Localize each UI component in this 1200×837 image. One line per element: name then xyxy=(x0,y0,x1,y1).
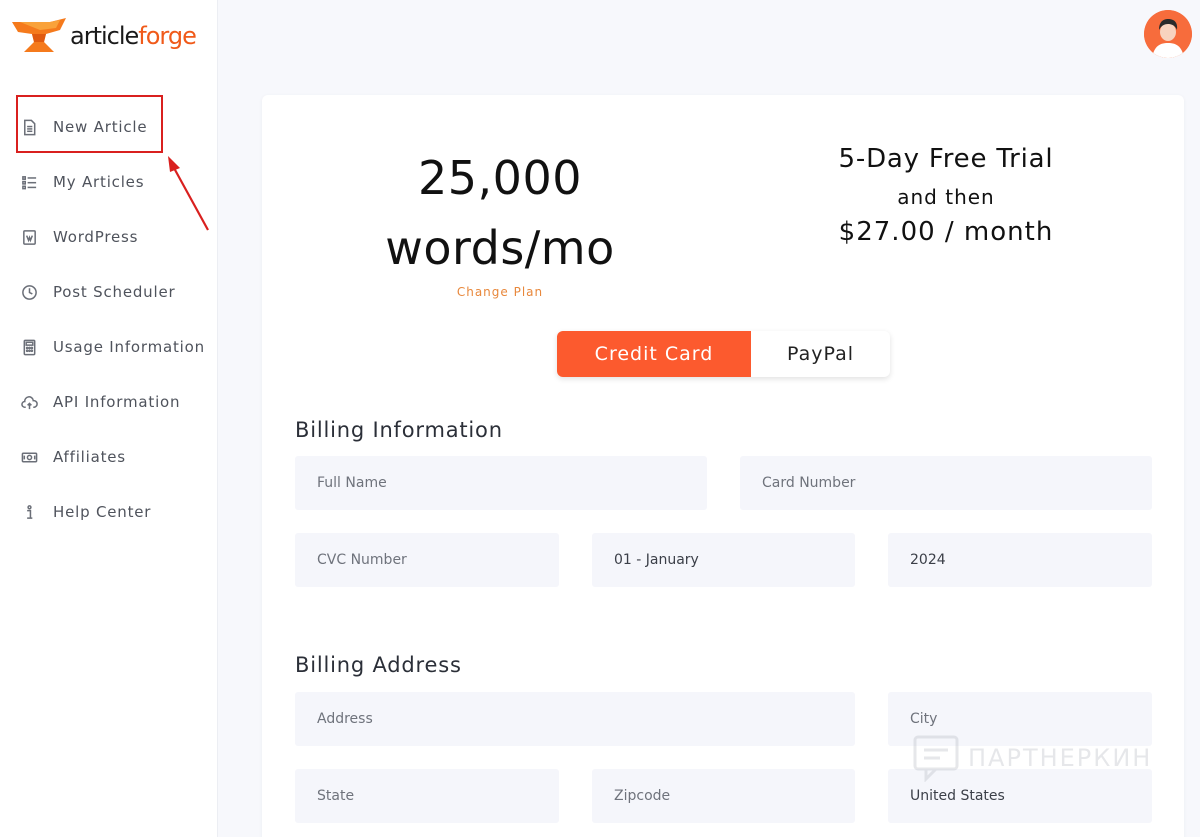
wordpress-icon xyxy=(20,228,38,246)
sidebar-item-new-article[interactable]: New Article xyxy=(20,114,147,140)
trial-price: $27.00 / month xyxy=(838,217,1054,247)
sidebar-item-post-scheduler[interactable]: Post Scheduler xyxy=(20,279,175,305)
sidebar-item-label: WordPress xyxy=(53,228,139,246)
change-plan-link[interactable]: Change Plan xyxy=(352,285,648,299)
sidebar-item-label: Post Scheduler xyxy=(53,283,176,301)
trial-subtitle: and then xyxy=(897,185,995,209)
annotation-arrow-icon xyxy=(168,156,209,231)
sidebar-item-label: My Articles xyxy=(53,173,145,191)
payment-method-toggle: Credit Card PayPal xyxy=(557,331,890,377)
info-icon xyxy=(20,503,38,521)
watermark-text: ПАРТНЕРКИН xyxy=(968,744,1153,772)
money-icon xyxy=(20,448,38,466)
sidebar-item-my-articles[interactable]: My Articles xyxy=(20,169,144,195)
card-number-input[interactable] xyxy=(740,456,1152,510)
sidebar-item-wordpress[interactable]: WordPress xyxy=(20,224,138,250)
trial-title: 5-Day Free Trial xyxy=(838,144,1054,174)
list-icon xyxy=(20,173,38,191)
expiry-month-select[interactable]: 01 - January xyxy=(592,533,855,587)
sidebar-item-api-information[interactable]: API Information xyxy=(20,389,180,415)
sidebar-item-label: Affiliates xyxy=(53,448,126,466)
cvc-number-input[interactable] xyxy=(295,533,559,587)
sidebar: articleforge New Article My Articles Wor… xyxy=(0,0,218,837)
expiry-year-select[interactable]: 2024 xyxy=(888,533,1152,587)
billing-address-title: Billing Address xyxy=(295,653,462,677)
anvil-logo-icon xyxy=(12,18,66,52)
sidebar-item-label: New Article xyxy=(53,118,148,136)
zipcode-input[interactable] xyxy=(592,769,855,823)
plan-words-unit: words/mo xyxy=(385,221,615,275)
logo-text: articleforge xyxy=(70,22,197,50)
sidebar-item-label: Usage Information xyxy=(53,338,205,356)
paypal-tab[interactable]: PayPal xyxy=(751,331,890,377)
cloud-upload-icon xyxy=(20,393,38,411)
trial-info: 5-Day Free Trial and then $27.00 / month xyxy=(786,143,1106,247)
user-avatar-icon xyxy=(1144,10,1192,58)
sidebar-item-help-center[interactable]: Help Center xyxy=(20,499,151,525)
articleforge-logo[interactable]: articleforge xyxy=(10,14,197,58)
document-icon xyxy=(20,118,38,136)
sidebar-item-label: API Information xyxy=(53,393,181,411)
plan-words-count: 25,000 xyxy=(418,151,582,205)
sidebar-item-label: Help Center xyxy=(53,503,152,521)
credit-card-tab[interactable]: Credit Card xyxy=(557,331,751,377)
checkout-card: 25,000 words/mo Change Plan 5-Day Free T… xyxy=(262,95,1184,837)
calculator-icon xyxy=(20,338,38,356)
sidebar-item-usage-information[interactable]: Usage Information xyxy=(20,334,205,360)
state-input[interactable] xyxy=(295,769,559,823)
sidebar-item-affiliates[interactable]: Affiliates xyxy=(20,444,126,470)
watermark: ПАРТНЕРКИН xyxy=(912,734,1152,782)
full-name-input[interactable] xyxy=(295,456,707,510)
plan-words: 25,000 words/mo xyxy=(352,143,648,283)
watermark-chat-icon xyxy=(913,735,959,782)
address-input[interactable] xyxy=(295,692,855,746)
user-avatar[interactable] xyxy=(1144,10,1192,58)
billing-information-title: Billing Information xyxy=(295,418,503,442)
clock-icon xyxy=(20,283,38,301)
